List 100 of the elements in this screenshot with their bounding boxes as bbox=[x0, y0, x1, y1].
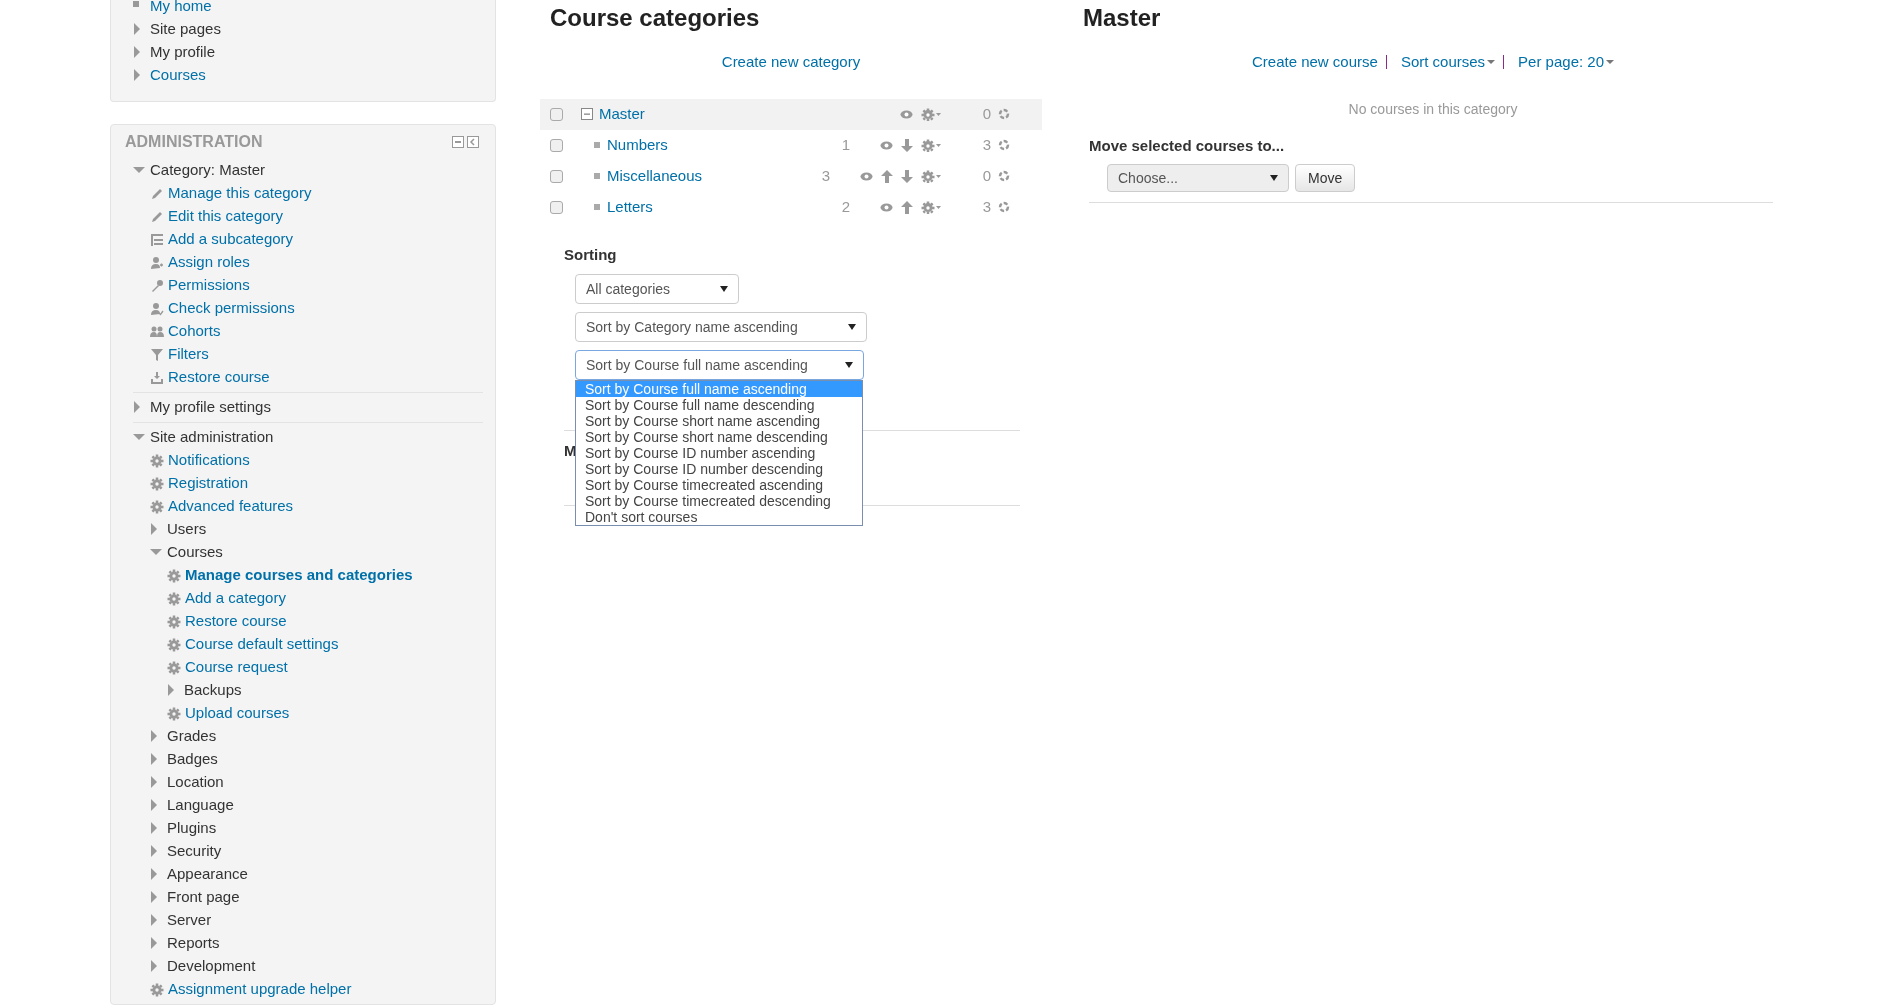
create-category-link[interactable]: Create new category bbox=[721, 51, 861, 74]
dock-icon[interactable] bbox=[467, 136, 479, 148]
nav-item[interactable]: Site pages bbox=[150, 18, 221, 41]
category-link[interactable]: Miscellaneous bbox=[607, 164, 703, 188]
collapsed-triangle-icon[interactable] bbox=[150, 753, 159, 766]
sort-select[interactable]: All categories bbox=[575, 274, 739, 304]
nav-link[interactable]: Filters bbox=[168, 343, 209, 366]
eye-icon[interactable] bbox=[880, 202, 893, 212]
dropdown-option[interactable]: Sort by Course timecreated descending bbox=[576, 493, 862, 509]
nav-item[interactable]: Front page bbox=[167, 886, 240, 909]
collapsed-triangle-icon[interactable] bbox=[150, 822, 159, 835]
collapsed-triangle-icon[interactable] bbox=[150, 730, 159, 743]
collapsed-triangle-icon[interactable] bbox=[150, 914, 159, 927]
collapsed-triangle-icon[interactable] bbox=[133, 69, 142, 82]
nav-item[interactable]: Language bbox=[167, 794, 234, 817]
collapsed-triangle-icon[interactable] bbox=[150, 937, 159, 950]
nav-item[interactable]: Backups bbox=[184, 679, 242, 702]
gear-menu-icon[interactable] bbox=[921, 138, 941, 152]
eye-icon[interactable] bbox=[860, 171, 873, 181]
course-action-link[interactable]: Per page: 20 bbox=[1518, 51, 1614, 74]
collapsed-triangle-icon[interactable] bbox=[167, 684, 176, 697]
down-arrow-icon[interactable] bbox=[901, 169, 913, 183]
gear-menu-icon[interactable] bbox=[921, 169, 941, 183]
nav-link[interactable]: Permissions bbox=[168, 274, 250, 297]
nav-item[interactable]: Appearance bbox=[167, 863, 248, 886]
nav-link[interactable]: Advanced features bbox=[168, 495, 294, 518]
nav-item[interactable]: Plugins bbox=[167, 817, 217, 840]
nav-link[interactable]: Check permissions bbox=[168, 297, 295, 320]
nav-link[interactable]: Add a category bbox=[185, 587, 286, 610]
nav-link[interactable]: Manage this category bbox=[168, 182, 312, 205]
nav-link[interactable]: Course request bbox=[185, 656, 288, 679]
nav-link[interactable]: Upload courses bbox=[185, 702, 290, 725]
category-link[interactable]: Numbers bbox=[607, 133, 668, 157]
collapse-icon[interactable] bbox=[581, 108, 593, 120]
nav-item[interactable]: My profile settings bbox=[150, 396, 271, 419]
checkbox[interactable] bbox=[550, 107, 563, 121]
collapsed-triangle-icon[interactable] bbox=[133, 23, 142, 36]
eye-icon[interactable] bbox=[900, 109, 913, 119]
nav-item[interactable]: Security bbox=[167, 840, 222, 863]
nav-item[interactable]: Site administration bbox=[150, 426, 274, 449]
nav-link[interactable]: My home bbox=[150, 0, 212, 18]
eye-icon[interactable] bbox=[880, 140, 893, 150]
nav-item[interactable]: My profile bbox=[150, 41, 216, 64]
nav-link[interactable]: Restore course bbox=[168, 366, 270, 389]
nav-link[interactable]: Add a subcategory bbox=[168, 228, 294, 251]
nav-item[interactable]: Grades bbox=[167, 725, 217, 748]
nav-item[interactable]: Development bbox=[167, 955, 256, 978]
nav-item[interactable]: Server bbox=[167, 909, 212, 932]
checkbox[interactable] bbox=[550, 200, 563, 214]
dropdown-option[interactable]: Sort by Course ID number descending bbox=[576, 461, 862, 477]
collapsed-triangle-icon[interactable] bbox=[133, 46, 142, 59]
collapsed-triangle-icon[interactable] bbox=[150, 960, 159, 973]
sort-select[interactable]: Sort by Course full name ascending bbox=[575, 350, 864, 380]
checkbox[interactable] bbox=[550, 169, 563, 183]
dropdown-option[interactable]: Sort by Course full name descending bbox=[576, 397, 862, 413]
up-arrow-icon[interactable] bbox=[901, 200, 913, 214]
gear-menu-icon[interactable] bbox=[921, 107, 941, 121]
sort-select[interactable]: Sort by Category name ascending bbox=[575, 312, 867, 342]
expanded-triangle-icon[interactable] bbox=[133, 166, 146, 175]
collapsed-triangle-icon[interactable] bbox=[150, 891, 159, 904]
nav-item[interactable]: Location bbox=[167, 771, 224, 794]
nav-item[interactable]: Courses bbox=[167, 541, 223, 564]
nav-link[interactable]: Courses bbox=[150, 64, 206, 87]
nav-item[interactable]: Users bbox=[167, 518, 207, 541]
collapsed-triangle-icon[interactable] bbox=[150, 799, 159, 812]
nav-link[interactable]: Assignment upgrade helper bbox=[168, 978, 352, 1001]
nav-item[interactable]: Category: Master bbox=[150, 159, 266, 182]
dropdown-option[interactable]: Sort by Course ID number ascending bbox=[576, 445, 862, 461]
down-arrow-icon[interactable] bbox=[901, 138, 913, 152]
nav-item[interactable]: Badges bbox=[167, 748, 218, 771]
nav-link[interactable]: Restore course bbox=[185, 610, 287, 633]
collapse-icon[interactable] bbox=[452, 136, 464, 148]
move-button[interactable]: Move bbox=[1295, 164, 1356, 192]
dropdown-option[interactable]: Sort by Course short name ascending bbox=[576, 413, 862, 429]
category-link[interactable]: Master bbox=[599, 102, 645, 126]
nav-link[interactable]: Manage courses and categories bbox=[185, 564, 413, 587]
up-arrow-icon[interactable] bbox=[881, 169, 893, 183]
expanded-triangle-icon[interactable] bbox=[133, 433, 146, 442]
dropdown-option[interactable]: Sort by Course timecreated ascending bbox=[576, 477, 862, 493]
nav-link[interactable]: Course default settings bbox=[185, 633, 339, 656]
collapsed-triangle-icon[interactable] bbox=[150, 523, 159, 536]
expanded-triangle-icon[interactable] bbox=[150, 548, 163, 557]
course-action-link[interactable]: Sort courses bbox=[1400, 51, 1496, 74]
nav-link[interactable]: Notifications bbox=[168, 449, 250, 472]
nav-link[interactable]: Assign roles bbox=[168, 251, 250, 274]
dropdown-option[interactable]: Don't sort courses bbox=[576, 509, 862, 525]
collapsed-triangle-icon[interactable] bbox=[150, 776, 159, 789]
collapsed-triangle-icon[interactable] bbox=[150, 845, 159, 858]
dropdown-option[interactable]: Sort by Course short name descending bbox=[576, 429, 862, 445]
destination-select[interactable]: Choose... bbox=[1107, 164, 1289, 192]
nav-link[interactable]: Cohorts bbox=[168, 320, 221, 343]
category-link[interactable]: Letters bbox=[607, 195, 653, 219]
nav-link[interactable]: Registration bbox=[168, 472, 249, 495]
nav-link[interactable]: Edit this category bbox=[168, 205, 284, 228]
course-action-link[interactable]: Create new course bbox=[1252, 51, 1378, 74]
nav-item[interactable]: Reports bbox=[167, 932, 220, 955]
collapsed-triangle-icon[interactable] bbox=[150, 868, 159, 881]
gear-menu-icon[interactable] bbox=[921, 200, 941, 214]
collapsed-triangle-icon[interactable] bbox=[133, 401, 142, 414]
checkbox[interactable] bbox=[550, 138, 563, 152]
